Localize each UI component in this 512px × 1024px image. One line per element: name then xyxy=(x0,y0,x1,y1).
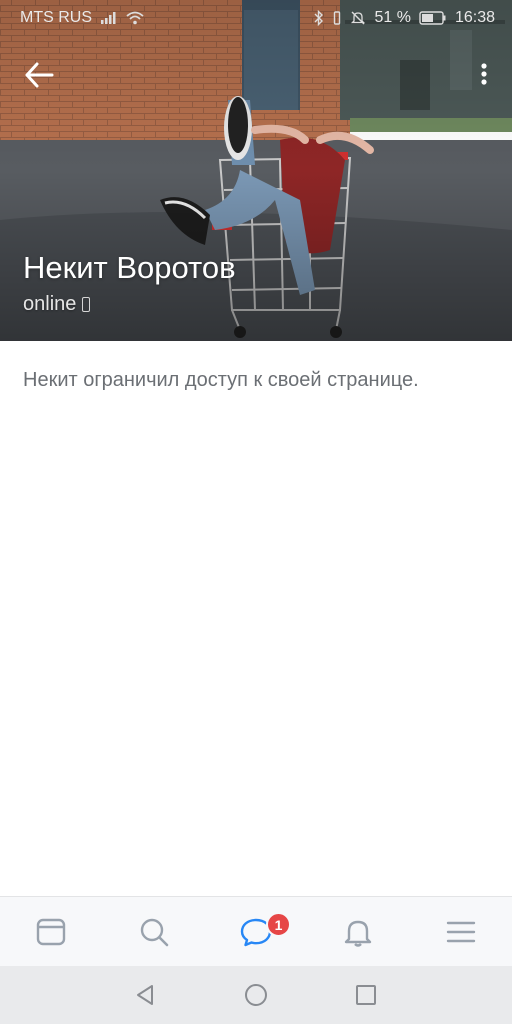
back-arrow-icon xyxy=(25,62,54,88)
carrier-name: MTS RUS xyxy=(20,9,92,26)
tab-menu[interactable] xyxy=(410,897,512,967)
battery-percent: 51 % xyxy=(374,9,411,26)
status-left: MTS RUS xyxy=(20,9,144,27)
vibrate-icon xyxy=(334,11,341,25)
notifications-bell-icon xyxy=(345,920,372,947)
wifi-icon xyxy=(126,11,144,25)
profile-name: Некит Воротов xyxy=(23,250,236,285)
cover-photo xyxy=(0,0,512,341)
profile-online-status: online xyxy=(23,292,91,316)
system-home-button[interactable] xyxy=(236,975,276,1015)
back-triangle-icon xyxy=(137,985,153,1005)
bluetooth-icon xyxy=(314,10,324,26)
mobile-phone-icon xyxy=(82,296,91,312)
back-button[interactable] xyxy=(22,58,56,92)
signal-icon xyxy=(101,12,116,24)
status-right: 51 % 16:38 xyxy=(314,9,495,27)
tab-search[interactable] xyxy=(102,897,204,967)
system-back-button[interactable] xyxy=(126,975,166,1015)
messages-unread-badge: 1 xyxy=(266,912,291,937)
news-icon xyxy=(37,918,66,946)
system-navigation-bar xyxy=(0,966,512,1024)
status-bar: MTS RUS 51 % 16:38 xyxy=(0,0,512,36)
bottom-tab-bar xyxy=(0,896,512,967)
system-recents-button[interactable] xyxy=(346,975,386,1015)
tab-messages[interactable] xyxy=(205,897,307,967)
profile-cover: MTS RUS 51 % 16:38 Некит Воротов online xyxy=(0,0,512,341)
menu-icon xyxy=(446,921,476,943)
battery-icon xyxy=(419,11,446,25)
mute-icon xyxy=(351,11,366,25)
more-vertical-icon xyxy=(481,63,487,85)
restricted-access-message: Некит ограничил доступ к своей странице. xyxy=(23,369,419,391)
online-status-text: online xyxy=(23,293,77,315)
search-icon xyxy=(140,918,168,947)
home-circle-icon xyxy=(245,984,267,1006)
clock: 16:38 xyxy=(454,9,495,26)
recents-square-icon xyxy=(356,985,376,1005)
tab-notifications[interactable] xyxy=(307,897,409,967)
tab-news[interactable] xyxy=(0,897,102,967)
more-options-button[interactable] xyxy=(476,58,492,92)
